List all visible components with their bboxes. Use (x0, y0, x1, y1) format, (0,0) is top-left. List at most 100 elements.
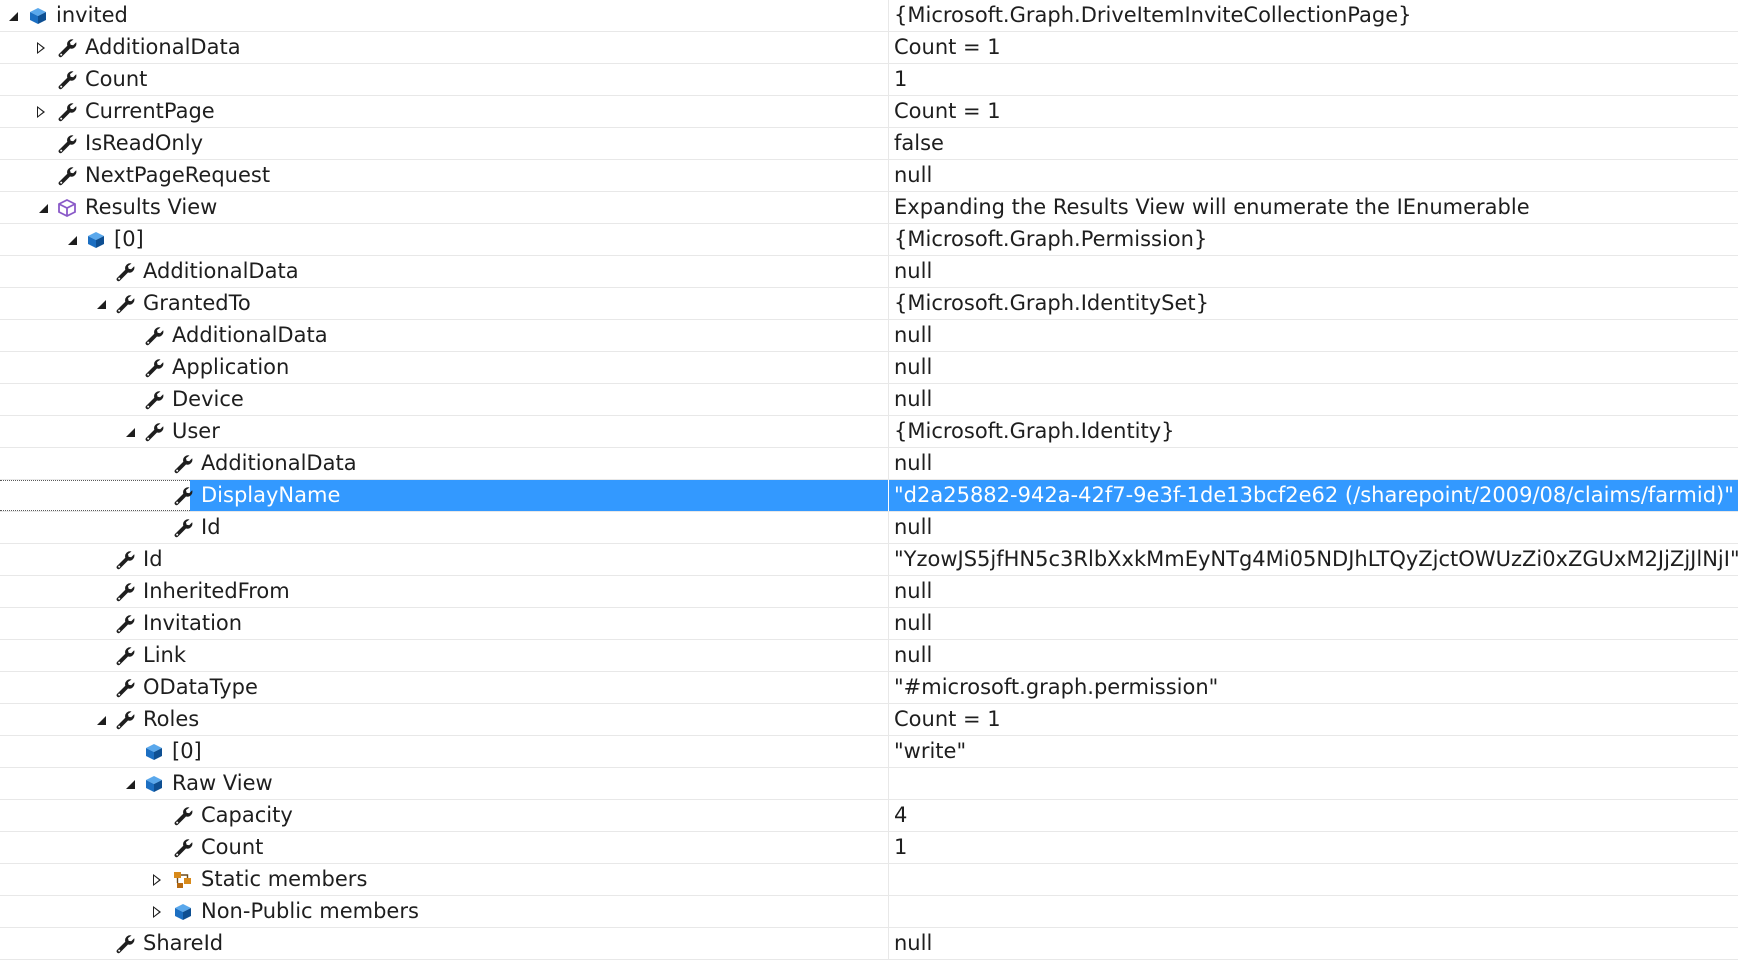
value-cell[interactable]: null (889, 320, 1738, 351)
name-cell[interactable]: Raw View (0, 768, 888, 799)
value-cell[interactable]: null (889, 928, 1738, 959)
name-cell[interactable]: AdditionalData (0, 320, 888, 351)
value-cell[interactable]: "d2a25882-942a-42f7-9e3f-1de13bcf2e62 (/… (889, 480, 1738, 511)
tree-row[interactable]: ODataType "#microsoft.graph.permission" (0, 672, 1738, 704)
value-cell[interactable]: "#microsoft.graph.permission" (889, 672, 1738, 703)
expanded-triangle-icon[interactable] (32, 192, 50, 223)
value-cell[interactable]: "write" (889, 736, 1738, 767)
tree-row[interactable]: Capacity 4 (0, 800, 1738, 832)
tree-row[interactable]: invited {Microsoft.Graph.DriveItemInviteC… (0, 0, 1738, 32)
value-cell[interactable]: 1 (889, 64, 1738, 95)
tree-row[interactable]: ShareId null (0, 928, 1738, 960)
value-cell[interactable]: 1 (889, 832, 1738, 863)
value-cell[interactable]: null (889, 256, 1738, 287)
name-cell[interactable]: Capacity (0, 800, 888, 831)
name-cell[interactable]: Id (0, 544, 888, 575)
name-cell[interactable]: AdditionalData (0, 32, 888, 63)
tree-row[interactable]: NextPageRequest null (0, 160, 1738, 192)
name-cell[interactable]: Static members (0, 864, 888, 895)
name-cell[interactable]: User (0, 416, 888, 447)
name-cell[interactable]: NextPageRequest (0, 160, 888, 191)
tree-row[interactable]: Static members (0, 864, 1738, 896)
name-cell[interactable]: Application (0, 352, 888, 383)
expanded-triangle-icon[interactable] (2, 0, 20, 31)
expanded-triangle-icon[interactable] (61, 224, 79, 255)
name-cell[interactable]: ShareId (0, 928, 888, 959)
name-cell[interactable]: Device (0, 384, 888, 415)
tree-row[interactable]: DisplayName "d2a25882-942a-42f7-9e3f-1de1… (0, 480, 1738, 512)
value-cell[interactable]: null (889, 448, 1738, 479)
tree-row[interactable]: Link null (0, 640, 1738, 672)
value-cell[interactable]: Count = 1 (889, 96, 1738, 127)
tree-row[interactable]: Device null (0, 384, 1738, 416)
value-cell[interactable]: {Microsoft.Graph.DriveItemInviteCollecti… (889, 0, 1738, 31)
expanded-triangle-icon[interactable] (90, 288, 108, 319)
name-cell[interactable]: AdditionalData (0, 256, 888, 287)
tree-row[interactable]: Results View Expanding the Results View w… (0, 192, 1738, 224)
tree-row[interactable]: Roles Count = 1 (0, 704, 1738, 736)
name-cell[interactable]: GrantedTo (0, 288, 888, 319)
name-cell[interactable]: Results View (0, 192, 888, 223)
tree-row[interactable]: Count 1 (0, 832, 1738, 864)
value-cell[interactable]: Expanding the Results View will enumerat… (889, 192, 1738, 223)
tree-row[interactable]: [0] {Microsoft.Graph.Permission} (0, 224, 1738, 256)
name-cell[interactable]: [0] (0, 736, 888, 767)
expanded-triangle-icon[interactable] (90, 704, 108, 735)
value-cell[interactable]: null (889, 160, 1738, 191)
name-cell[interactable]: CurrentPage (0, 96, 888, 127)
tree-row[interactable]: Application null (0, 352, 1738, 384)
name-cell[interactable]: Id (0, 512, 888, 543)
tree-row[interactable]: GrantedTo {Microsoft.Graph.IdentitySet} (0, 288, 1738, 320)
name-cell[interactable]: Roles (0, 704, 888, 735)
tree-row[interactable]: User {Microsoft.Graph.Identity} (0, 416, 1738, 448)
tree-row[interactable]: AdditionalData null (0, 448, 1738, 480)
value-cell[interactable]: null (889, 640, 1738, 671)
value-cell[interactable]: 4 (889, 800, 1738, 831)
expanded-triangle-icon[interactable] (119, 768, 137, 799)
value-cell[interactable]: Count = 1 (889, 704, 1738, 735)
value-cell[interactable]: {Microsoft.Graph.IdentitySet} (889, 288, 1738, 319)
name-cell[interactable]: Count (0, 64, 888, 95)
value-cell[interactable]: Count = 1 (889, 32, 1738, 63)
tree-row[interactable]: CurrentPage Count = 1 (0, 96, 1738, 128)
value-cell[interactable]: null (889, 608, 1738, 639)
name-cell[interactable]: ODataType (0, 672, 888, 703)
tree-row[interactable]: Id null (0, 512, 1738, 544)
name-cell[interactable]: Link (0, 640, 888, 671)
collapsed-triangle-icon[interactable] (148, 864, 166, 895)
name-cell[interactable]: InheritedFrom (0, 576, 888, 607)
tree-row[interactable]: AdditionalData Count = 1 (0, 32, 1738, 64)
name-cell[interactable]: [0] (0, 224, 888, 255)
tree-row[interactable]: AdditionalData null (0, 256, 1738, 288)
value-cell[interactable] (889, 896, 1738, 927)
name-cell[interactable]: DisplayName (0, 480, 888, 511)
tree-row[interactable]: Raw View (0, 768, 1738, 800)
tree-row[interactable]: [0] "write" (0, 736, 1738, 768)
value-cell[interactable] (889, 768, 1738, 799)
collapsed-triangle-icon[interactable] (32, 32, 50, 63)
expanded-triangle-icon[interactable] (119, 416, 137, 447)
tree-row[interactable]: InheritedFrom null (0, 576, 1738, 608)
name-cell[interactable]: IsReadOnly (0, 128, 888, 159)
value-cell[interactable]: {Microsoft.Graph.Permission} (889, 224, 1738, 255)
name-cell[interactable]: Invitation (0, 608, 888, 639)
name-cell[interactable]: Count (0, 832, 888, 863)
name-cell[interactable]: invited (0, 0, 888, 31)
value-cell[interactable]: {Microsoft.Graph.Identity} (889, 416, 1738, 447)
value-cell[interactable]: null (889, 512, 1738, 543)
collapsed-triangle-icon[interactable] (148, 896, 166, 927)
name-cell[interactable]: AdditionalData (0, 448, 888, 479)
value-cell[interactable] (889, 864, 1738, 895)
tree-row[interactable]: Id "YzowJS5jfHN5c3RlbXxkMmEyNTg4Mi05NDJhL… (0, 544, 1738, 576)
tree-row[interactable]: Count 1 (0, 64, 1738, 96)
collapsed-triangle-icon[interactable] (32, 96, 50, 127)
value-cell[interactable]: null (889, 352, 1738, 383)
value-cell[interactable]: "YzowJS5jfHN5c3RlbXxkMmEyNTg4Mi05NDJhLTQ… (889, 544, 1738, 575)
name-cell[interactable]: Non-Public members (0, 896, 888, 927)
value-cell[interactable]: false (889, 128, 1738, 159)
value-cell[interactable]: null (889, 576, 1738, 607)
tree-row[interactable]: Non-Public members (0, 896, 1738, 928)
tree-row[interactable]: Invitation null (0, 608, 1738, 640)
value-cell[interactable]: null (889, 384, 1738, 415)
tree-row[interactable]: IsReadOnly false (0, 128, 1738, 160)
